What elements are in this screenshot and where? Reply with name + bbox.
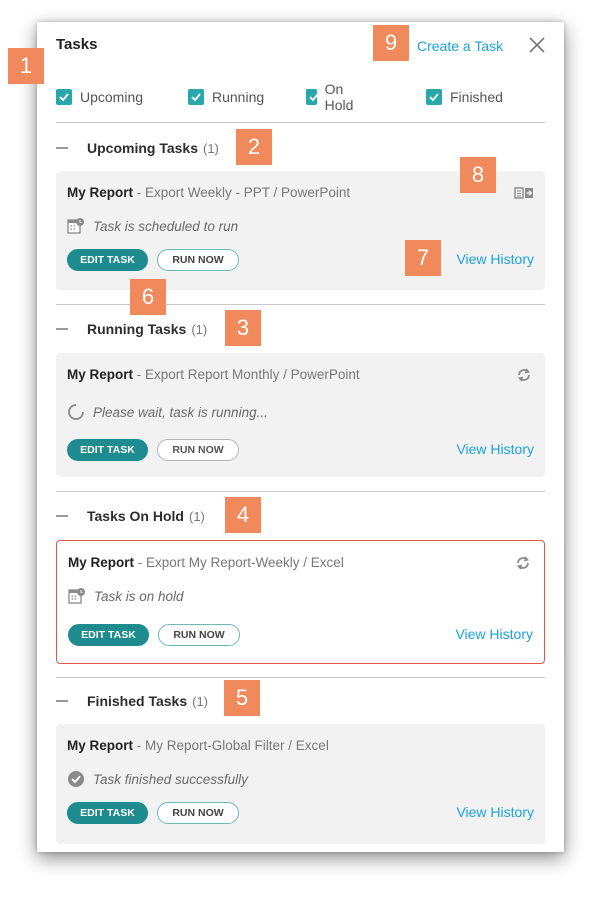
collapse-icon[interactable] xyxy=(56,328,68,330)
filter-label: Upcoming xyxy=(80,89,144,105)
panel-title: Tasks xyxy=(56,36,98,53)
callout-badge: 8 xyxy=(460,157,496,193)
checkbox-icon[interactable] xyxy=(306,89,319,105)
run-now-button[interactable]: RUN NOW xyxy=(157,249,239,271)
edit-task-button[interactable]: EDIT TASK xyxy=(67,439,148,461)
view-history-link[interactable]: View History xyxy=(455,626,533,642)
filter-finished[interactable]: Finished xyxy=(426,86,503,108)
callout-badge: 5 xyxy=(224,680,260,716)
task-detail: - Export Report Monthly / PowerPoint xyxy=(133,367,360,382)
section-title: Running Tasks xyxy=(87,321,187,337)
view-history-link[interactable]: View History xyxy=(456,441,534,457)
task-detail: - Export My Report-Weekly / Excel xyxy=(134,555,344,570)
card-title: My Report - Export Weekly - PPT / PowerP… xyxy=(67,185,350,200)
section-on-hold-header[interactable]: Tasks On Hold (1) xyxy=(56,505,205,527)
calendar-clock-icon xyxy=(68,588,85,604)
view-history-link[interactable]: View History xyxy=(456,804,534,820)
run-now-button[interactable]: RUN NOW xyxy=(157,802,239,824)
edit-task-button[interactable]: EDIT TASK xyxy=(67,802,148,824)
section-count: (1) xyxy=(203,140,219,156)
calendar-clock-icon xyxy=(67,218,84,234)
section-title: Tasks On Hold xyxy=(87,508,184,524)
callout-badge: 3 xyxy=(225,310,261,346)
collapse-icon[interactable] xyxy=(56,515,68,517)
report-name: My Report xyxy=(67,738,134,753)
report-name: My Report xyxy=(67,185,134,200)
status-text: Please wait, task is running... xyxy=(93,404,268,420)
callout-badge: 4 xyxy=(225,497,261,533)
checkbox-icon[interactable] xyxy=(188,89,204,105)
task-status: Task finished successfully xyxy=(67,770,248,788)
filter-label: Running xyxy=(212,89,265,105)
filter-label: Finished xyxy=(450,89,503,105)
view-history-link[interactable]: View History xyxy=(456,251,534,267)
report-name: My Report xyxy=(67,367,134,382)
section-count: (1) xyxy=(188,508,205,524)
section-count: (1) xyxy=(191,321,208,337)
edit-task-button[interactable]: EDIT TASK xyxy=(67,249,148,271)
card-title: My Report - Export My Report-Weekly / Ex… xyxy=(68,555,344,570)
callout-badge: 7 xyxy=(405,240,441,276)
card-title: My Report - My Report-Global Filter / Ex… xyxy=(67,738,329,753)
task-status: Please wait, task is running... xyxy=(67,403,268,421)
task-detail: - My Report-Global Filter / Excel xyxy=(133,738,329,753)
callout-badge: 6 xyxy=(130,279,166,315)
check-circle-icon xyxy=(68,771,84,787)
task-card-on-hold: My Report - Export My Report-Weekly / Ex… xyxy=(56,540,545,664)
edit-task-button[interactable]: EDIT TASK xyxy=(68,624,149,646)
divider xyxy=(56,677,545,678)
collapse-icon[interactable] xyxy=(56,147,68,149)
filter-on-hold[interactable]: On Hold xyxy=(306,81,359,113)
section-count: (1) xyxy=(192,693,208,709)
spinner-icon xyxy=(68,404,84,420)
section-running-header[interactable]: Running Tasks (1) xyxy=(56,318,207,340)
task-detail: - Export Weekly - PPT / PowerPoint xyxy=(133,185,351,200)
card-title: My Report - Export Report Monthly / Powe… xyxy=(67,367,360,382)
checkbox-icon[interactable] xyxy=(426,89,442,105)
collapse-icon[interactable] xyxy=(56,700,68,702)
sync-icon[interactable] xyxy=(514,367,534,383)
close-icon[interactable] xyxy=(528,36,546,54)
callout-badge: 2 xyxy=(236,129,272,165)
filter-label: On Hold xyxy=(324,81,354,113)
report-name: My Report xyxy=(68,555,135,570)
filter-running[interactable]: Running xyxy=(188,86,264,108)
task-card-finished: My Report - My Report-Global Filter / Ex… xyxy=(56,724,545,844)
divider xyxy=(56,491,545,492)
task-status: Task is scheduled to run xyxy=(67,217,238,235)
callout-badge: 1 xyxy=(8,48,44,84)
checkbox-icon[interactable] xyxy=(56,89,72,105)
status-text: Task is on hold xyxy=(94,588,184,604)
export-icon[interactable] xyxy=(514,185,534,201)
status-text: Task is scheduled to run xyxy=(93,218,239,234)
section-title: Finished Tasks xyxy=(87,693,188,709)
create-task-link[interactable]: Create a Task xyxy=(417,38,503,54)
status-text: Task finished successfully xyxy=(93,771,248,787)
run-now-button[interactable]: RUN NOW xyxy=(157,439,239,461)
section-upcoming-header[interactable]: Upcoming Tasks (1) xyxy=(56,137,219,159)
task-card-running: My Report - Export Report Monthly / Powe… xyxy=(56,353,545,477)
divider xyxy=(56,122,545,123)
section-finished-header[interactable]: Finished Tasks (1) xyxy=(56,690,208,712)
filter-upcoming[interactable]: Upcoming xyxy=(56,86,143,108)
callout-badge: 9 xyxy=(373,25,409,61)
section-title: Upcoming Tasks xyxy=(87,140,198,156)
task-status: Task is on hold xyxy=(68,587,184,605)
sync-icon[interactable] xyxy=(513,555,533,571)
run-now-button[interactable]: RUN NOW xyxy=(158,624,240,646)
